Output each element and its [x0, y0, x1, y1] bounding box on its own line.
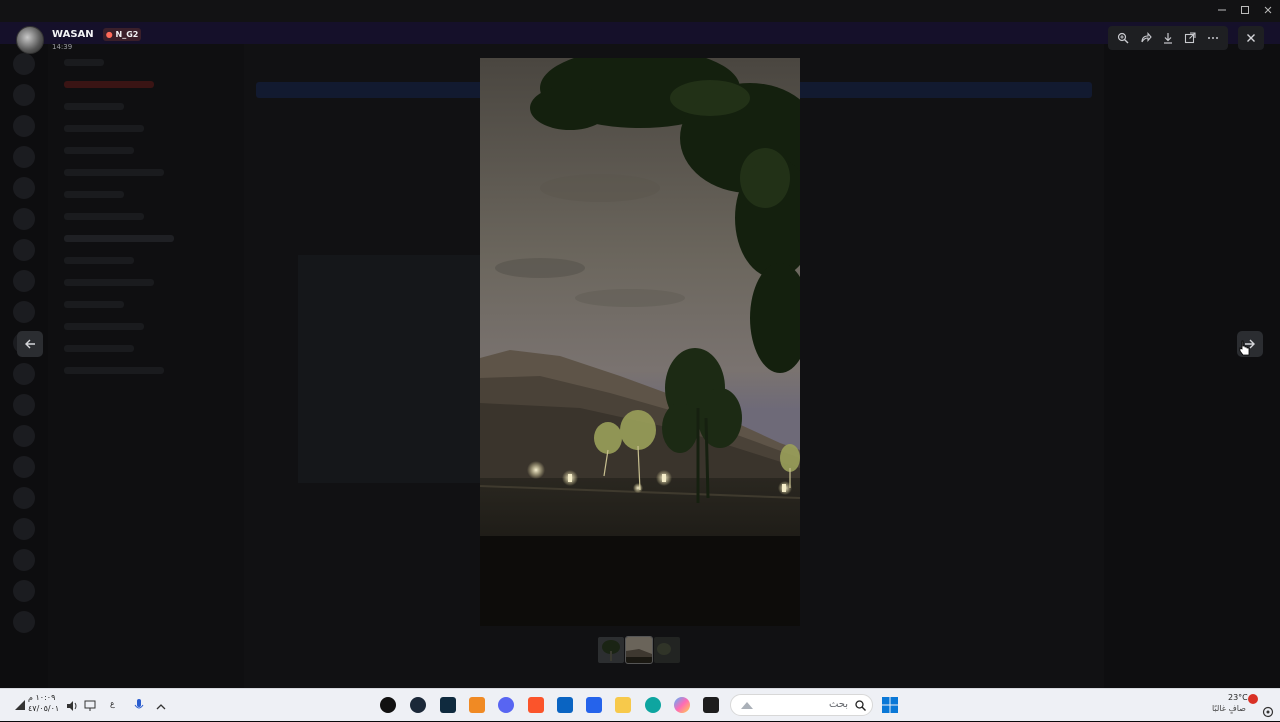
- download-button[interactable]: [1160, 30, 1176, 46]
- thumbnail-2[interactable]: [625, 636, 653, 664]
- weather-description[interactable]: صافٍ غالبًا: [1212, 704, 1246, 713]
- forward-button[interactable]: [1138, 30, 1154, 46]
- language-indicator[interactable]: ع: [110, 699, 115, 708]
- clock-date[interactable]: ٤٧/٠٥/٠١: [28, 704, 59, 713]
- brave-icon[interactable]: [528, 697, 544, 713]
- copilot-icon[interactable]: [674, 697, 690, 713]
- windows-icon: [882, 697, 898, 713]
- thumbnail-3[interactable]: [654, 637, 680, 663]
- forward-icon: [1141, 32, 1152, 43]
- edge-icon[interactable]: [645, 697, 661, 713]
- widgets-icon[interactable]: [703, 697, 719, 713]
- mountain-thumbnail-icon: [626, 637, 652, 663]
- open-external-icon: [1185, 32, 1196, 44]
- outlook-icon[interactable]: [557, 697, 573, 713]
- weather-temperature[interactable]: 23°C: [1228, 693, 1248, 702]
- night-landscape-image: [480, 58, 800, 626]
- volume-icon[interactable]: [66, 697, 78, 713]
- store-icon[interactable]: [586, 697, 602, 713]
- zoom-in-button[interactable]: [1115, 30, 1131, 46]
- previous-image-button[interactable]: [17, 331, 43, 357]
- arrow-left-icon: [25, 339, 35, 349]
- settings-icon[interactable]: [1262, 703, 1274, 718]
- search-highlight-icon: [741, 702, 753, 709]
- pinned-app-icon[interactable]: [380, 697, 396, 713]
- taskbar-search[interactable]: بحث: [730, 694, 873, 716]
- download-icon: [1163, 33, 1172, 44]
- close-icon: [1247, 34, 1255, 42]
- more-button[interactable]: [1205, 30, 1221, 46]
- viewer-header: WASAN ● N_G2 14:39: [0, 0, 1280, 56]
- more-icon: [1207, 37, 1218, 39]
- post-time: 14:39: [52, 43, 73, 51]
- viewer-close-button[interactable]: [1238, 26, 1264, 50]
- dark-thumbnail-icon: [654, 637, 680, 663]
- terminal-icon[interactable]: [440, 697, 456, 713]
- monitor-icon[interactable]: [84, 697, 96, 713]
- chevron-up-icon[interactable]: [156, 697, 166, 713]
- open-external-button[interactable]: [1182, 30, 1198, 46]
- notification-badge: [1248, 694, 1258, 704]
- author-info[interactable]: WASAN ● N_G2 14:39: [16, 25, 142, 54]
- viewer-toolbar: [1108, 26, 1228, 50]
- network-icon[interactable]: [12, 697, 28, 713]
- zoom-in-icon: [1118, 32, 1129, 44]
- background-channel-list: [48, 44, 244, 688]
- avatar[interactable]: [16, 25, 44, 54]
- file-explorer-icon[interactable]: [615, 697, 631, 713]
- thumbnail-strip: [598, 636, 680, 664]
- author-tag: ● N_G2: [102, 28, 142, 41]
- clock-time[interactable]: ١٠:٠٩ م: [28, 693, 55, 702]
- hand-cursor-icon: [1239, 340, 1250, 356]
- background-image-preview: [298, 255, 480, 483]
- background-member-list: [1104, 44, 1280, 688]
- steam-icon[interactable]: [410, 697, 426, 713]
- app-a-icon[interactable]: [469, 697, 485, 713]
- start-button[interactable]: [881, 696, 899, 714]
- search-icon: [855, 700, 866, 711]
- flame-icon: ●: [105, 30, 113, 39]
- taskbar: ع بحث: [0, 688, 1280, 721]
- search-placeholder: بحث: [828, 699, 848, 710]
- tree-thumbnail-icon: [598, 637, 624, 663]
- microphone-icon[interactable]: [134, 697, 144, 713]
- background-server-list: [0, 44, 48, 688]
- discord-icon[interactable]: [498, 697, 514, 713]
- author-name[interactable]: WASAN: [52, 29, 94, 40]
- thumbnail-1[interactable]: [598, 637, 624, 663]
- main-image[interactable]: [480, 58, 800, 626]
